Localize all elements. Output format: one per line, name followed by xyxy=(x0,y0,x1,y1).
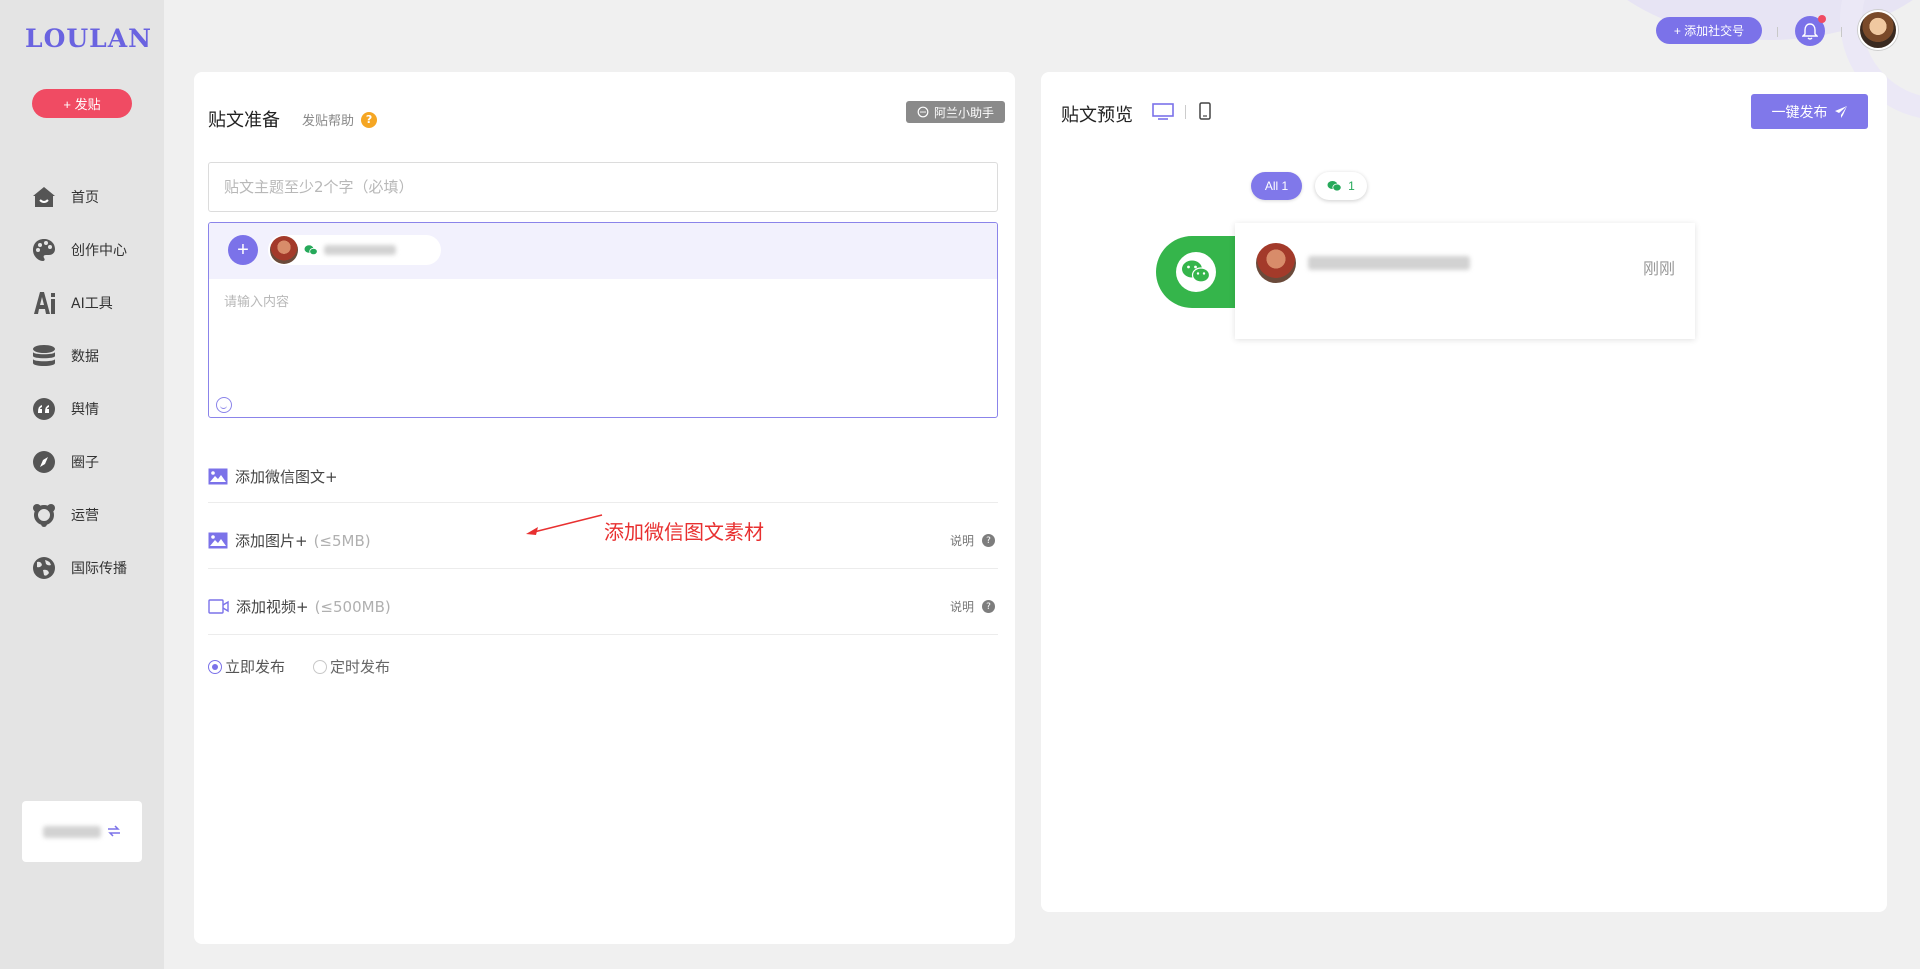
account-switcher[interactable] xyxy=(22,801,142,862)
sidebar-item-label: 首页 xyxy=(71,189,99,206)
new-post-button[interactable]: + 发贴 xyxy=(32,89,132,118)
account-name-redacted xyxy=(324,245,396,255)
globe-icon xyxy=(31,555,57,581)
publish-mode: 立即发布 定时发布 xyxy=(208,656,418,677)
video-note[interactable]: 说明 ? xyxy=(950,598,995,615)
selected-account-chip[interactable] xyxy=(268,235,441,265)
account-name-redacted xyxy=(43,825,101,838)
topbar-divider xyxy=(1777,27,1778,37)
ai-icon xyxy=(31,290,57,316)
video-icon xyxy=(208,599,229,614)
schedule-radio[interactable]: 定时发布 xyxy=(313,656,390,677)
bell-icon xyxy=(1802,22,1818,40)
database-icon xyxy=(31,343,57,369)
sidebar-item-label: 国际传播 xyxy=(71,560,127,577)
post-time: 刚刚 xyxy=(1642,259,1675,278)
topbar-divider xyxy=(1841,27,1842,37)
sidebar-nav: 首页 创作中心 AI工具 数据 舆情 圈子 运营 国际传播 xyxy=(0,170,164,594)
sidebar-item-label: 数据 xyxy=(71,348,99,365)
account-avatar xyxy=(270,236,298,264)
emoji-icon[interactable] xyxy=(216,397,232,413)
content-editor: + xyxy=(208,222,998,418)
post-preview-card: 刚刚 xyxy=(1235,223,1695,339)
compose-panel: 贴文准备 发贴帮助 ? 阿兰小助手 + 添加微信图文+ xyxy=(194,72,1015,944)
view-divider xyxy=(1185,105,1186,119)
compass-icon xyxy=(31,449,57,475)
notification-dot xyxy=(1818,15,1826,23)
switch-account-icon xyxy=(107,822,121,841)
publish-all-button[interactable]: 一键发布 xyxy=(1751,94,1868,129)
filter-all-button[interactable]: All 1 xyxy=(1251,172,1302,200)
chat-icon xyxy=(917,106,929,118)
quote-icon xyxy=(31,396,57,422)
sidebar: LOULAN + 发贴 首页 创作中心 AI工具 数据 舆情 圈子 运营 国际传… xyxy=(0,0,164,969)
sidebar-item-label: 舆情 xyxy=(71,401,99,418)
assistant-button[interactable]: 阿兰小助手 xyxy=(906,101,1005,123)
user-avatar[interactable] xyxy=(1858,10,1898,50)
add-wechat-article-row[interactable]: 添加微信图文+ xyxy=(208,451,998,503)
add-social-account-button[interactable]: + 添加社交号 xyxy=(1656,17,1762,44)
compose-title: 贴文准备 xyxy=(208,110,280,131)
sidebar-item-circles[interactable]: 圈子 xyxy=(0,435,164,488)
logo: LOULAN xyxy=(25,24,152,53)
help-question-icon: ? xyxy=(361,111,378,128)
add-video-row[interactable]: 添加视频+ (≤500MB) 说明 ? xyxy=(208,579,998,635)
sidebar-item-sentiment[interactable]: 舆情 xyxy=(0,382,164,435)
account-name-redacted xyxy=(1308,256,1470,270)
wechat-platform-badge xyxy=(1156,236,1236,308)
add-image-row[interactable]: 添加图片+ (≤5MB) 说明 ? xyxy=(208,513,998,569)
sidebar-item-ai-tools[interactable]: AI工具 xyxy=(0,276,164,329)
sidebar-item-label: 创作中心 xyxy=(71,242,127,259)
sidebar-item-label: 运营 xyxy=(71,507,99,524)
preview-title: 贴文预览 xyxy=(1061,105,1133,126)
sidebar-item-international[interactable]: 国际传播 xyxy=(0,541,164,594)
send-icon xyxy=(1834,105,1847,118)
add-account-button[interactable]: + xyxy=(228,235,258,265)
filter-wechat-button[interactable]: 1 xyxy=(1315,172,1367,200)
sidebar-item-home[interactable]: 首页 xyxy=(0,170,164,223)
mobile-view-icon[interactable] xyxy=(1199,102,1211,124)
wechat-icon xyxy=(1327,181,1342,192)
home-icon xyxy=(31,184,57,210)
sidebar-item-label: AI工具 xyxy=(71,295,113,312)
operations-icon xyxy=(31,502,57,528)
image-icon xyxy=(208,532,228,549)
image-note[interactable]: 说明 ? xyxy=(950,532,995,549)
sidebar-item-data[interactable]: 数据 xyxy=(0,329,164,382)
sidebar-item-operations[interactable]: 运营 xyxy=(0,488,164,541)
image-icon xyxy=(208,468,228,485)
wechat-icon xyxy=(304,244,318,256)
publish-now-radio[interactable]: 立即发布 xyxy=(208,656,285,677)
radio-unselected xyxy=(313,659,328,674)
account-selector-bar: + xyxy=(209,223,997,279)
content-textarea[interactable] xyxy=(209,279,997,389)
sidebar-item-creation[interactable]: 创作中心 xyxy=(0,223,164,276)
preview-panel: 贴文预览 一键发布 All 1 1 刚刚 xyxy=(1041,72,1887,912)
desktop-view-icon[interactable] xyxy=(1152,103,1174,124)
post-help-link[interactable]: 发贴帮助 ? xyxy=(302,110,378,129)
radio-selected xyxy=(208,659,222,674)
topic-input[interactable] xyxy=(208,162,998,212)
sidebar-item-label: 圈子 xyxy=(71,454,99,471)
help-question-icon: ? xyxy=(982,534,995,547)
account-avatar xyxy=(1256,243,1296,283)
help-question-icon: ? xyxy=(982,600,995,613)
wechat-icon xyxy=(1182,260,1211,283)
palette-icon xyxy=(31,237,57,263)
